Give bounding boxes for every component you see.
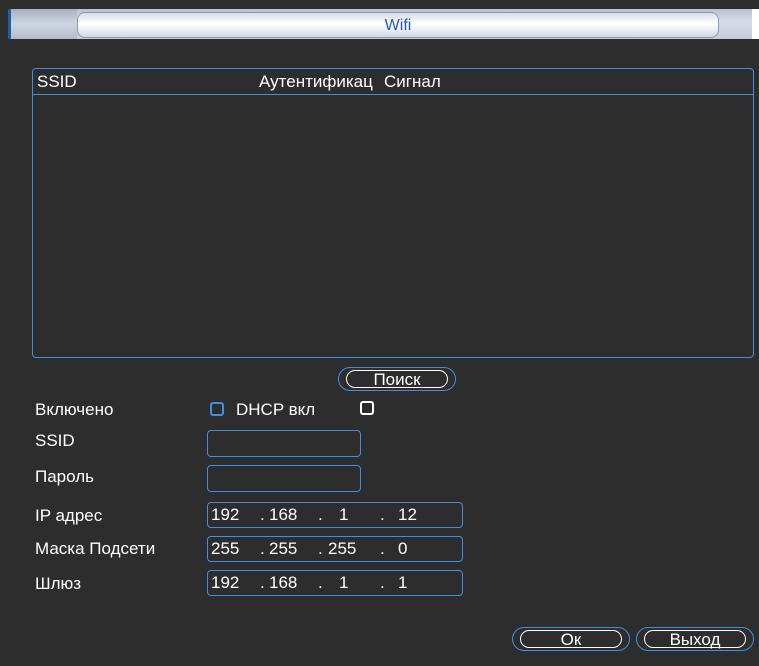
- ip-octet-3[interactable]: 1: [339, 505, 348, 525]
- ip-label: IP адрес: [35, 506, 103, 525]
- list-header: SSID Аутентификац Сигнал: [33, 69, 753, 95]
- ip-octet-4[interactable]: 12: [398, 505, 417, 525]
- ip-octet-1[interactable]: 192: [211, 505, 239, 525]
- window-title: Wifi: [384, 17, 412, 34]
- title-bar-edge: [752, 9, 759, 39]
- dhcp-checkbox[interactable]: [360, 401, 374, 415]
- enabled-label: Включено: [35, 400, 114, 419]
- ssid-label: SSID: [35, 431, 75, 450]
- subnet-mask-label: Маска Подсети: [35, 539, 156, 558]
- title-pill: Wifi: [77, 12, 719, 38]
- gateway-dot-1: .: [260, 573, 265, 592]
- column-ssid[interactable]: SSID: [37, 72, 77, 92]
- network-list[interactable]: SSID Аутентификац Сигнал: [32, 68, 754, 358]
- mask-octet-3[interactable]: 255: [328, 539, 356, 559]
- exit-button[interactable]: Выход: [636, 627, 754, 651]
- search-button[interactable]: Поиск: [338, 367, 456, 391]
- gateway-octet-3[interactable]: 1: [339, 573, 348, 593]
- mask-octet-1[interactable]: 255: [211, 539, 239, 559]
- search-button-label: Поиск: [346, 370, 448, 389]
- gateway-label: Шлюз: [35, 574, 82, 593]
- ok-button[interactable]: Ок: [512, 627, 630, 651]
- password-input[interactable]: [207, 465, 361, 492]
- dhcp-label: DHCP вкл: [236, 400, 316, 419]
- subnet-mask-input[interactable]: 255 . 255 . 255 . 0: [207, 536, 463, 562]
- mask-dot-2: .: [318, 539, 323, 558]
- ip-dot-1: .: [260, 505, 265, 524]
- exit-button-label: Выход: [644, 630, 746, 649]
- column-authentication[interactable]: Аутентификац: [259, 72, 373, 92]
- ip-dot-3: .: [380, 505, 385, 524]
- ip-address-input[interactable]: 192 . 168 . 1 . 12: [207, 502, 463, 528]
- gateway-input[interactable]: 192 . 168 . 1 . 1: [207, 570, 463, 596]
- ok-button-label: Ок: [520, 630, 622, 649]
- mask-dot-3: .: [380, 539, 385, 558]
- title-bar-left: [11, 9, 77, 39]
- title-bar: Wifi: [8, 9, 759, 39]
- column-signal[interactable]: Сигнал: [384, 72, 441, 92]
- mask-octet-2[interactable]: 255: [269, 539, 297, 559]
- mask-octet-4[interactable]: 0: [398, 539, 407, 559]
- ip-dot-2: .: [318, 505, 323, 524]
- gateway-octet-2[interactable]: 168: [269, 573, 297, 593]
- gateway-octet-1[interactable]: 192: [211, 573, 239, 593]
- gateway-dot-2: .: [318, 573, 323, 592]
- ip-octet-2[interactable]: 168: [269, 505, 297, 525]
- ssid-input[interactable]: [207, 430, 361, 457]
- password-label: Пароль: [35, 467, 94, 486]
- enabled-checkbox[interactable]: [210, 402, 224, 416]
- mask-dot-1: .: [260, 539, 265, 558]
- gateway-dot-3: .: [380, 573, 385, 592]
- gateway-octet-4[interactable]: 1: [398, 573, 407, 593]
